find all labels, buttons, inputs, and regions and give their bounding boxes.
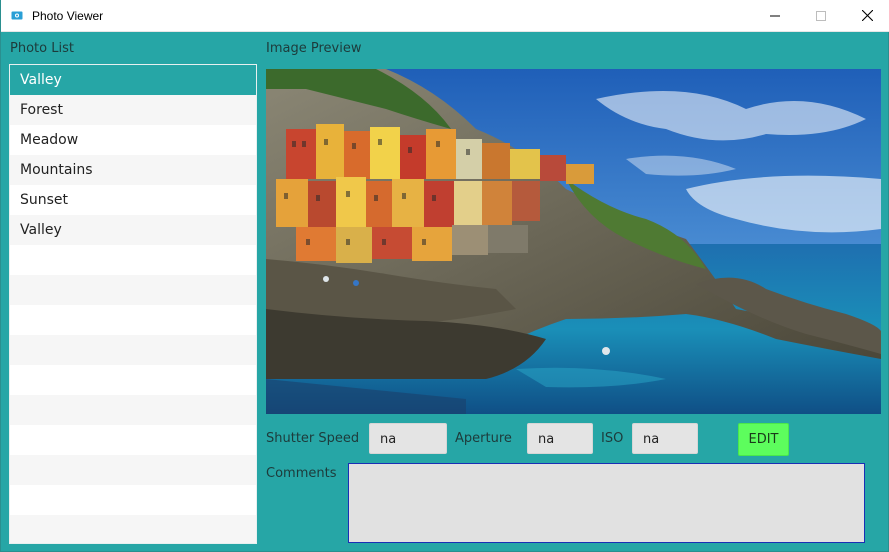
minimize-button[interactable] (752, 0, 798, 31)
empty-list-row (10, 245, 256, 275)
window-title: Photo Viewer (32, 8, 104, 23)
shutter-speed-field[interactable]: na (369, 423, 447, 454)
image-preview (266, 69, 881, 414)
list-item[interactable]: Forest (10, 95, 256, 125)
empty-list-row (10, 455, 256, 485)
list-item[interactable]: Sunset (10, 185, 256, 215)
list-item[interactable]: Valley (10, 65, 256, 95)
aperture-label: Aperture (455, 431, 512, 446)
image-preview-label: Image Preview (266, 41, 362, 56)
photo-list[interactable]: Valley Forest Meadow Mountains Sunset Va… (9, 64, 257, 544)
photo-viewer-app-icon (10, 9, 24, 23)
iso-label: ISO (601, 431, 624, 446)
list-item[interactable]: Mountains (10, 155, 256, 185)
iso-field[interactable]: na (632, 423, 698, 454)
empty-list-row (10, 485, 256, 515)
coastal-village-photo (266, 69, 881, 414)
close-icon (861, 10, 873, 21)
empty-list-row (10, 425, 256, 455)
photo-list-label: Photo List (10, 41, 74, 56)
minimize-icon (770, 15, 780, 16)
shutter-speed-label: Shutter Speed (266, 431, 360, 446)
comments-textarea[interactable] (348, 463, 865, 543)
edit-button[interactable]: EDIT (738, 423, 789, 456)
close-button[interactable] (844, 0, 889, 31)
empty-list-row (10, 275, 256, 305)
list-item[interactable]: Meadow (10, 125, 256, 155)
maximize-button[interactable] (798, 0, 844, 31)
empty-list-row (10, 305, 256, 335)
empty-list-row (10, 395, 256, 425)
comments-label: Comments (266, 466, 337, 481)
title-bar[interactable]: Photo Viewer (1, 0, 889, 32)
photo-viewer-window: Photo Viewer Photo List Valley Forest Me… (0, 0, 889, 552)
maximize-icon (816, 10, 826, 21)
empty-list-row (10, 335, 256, 365)
aperture-field[interactable]: na (527, 423, 593, 454)
list-item[interactable]: Valley (10, 215, 256, 245)
empty-list-row (10, 365, 256, 395)
empty-list-row (10, 515, 256, 543)
